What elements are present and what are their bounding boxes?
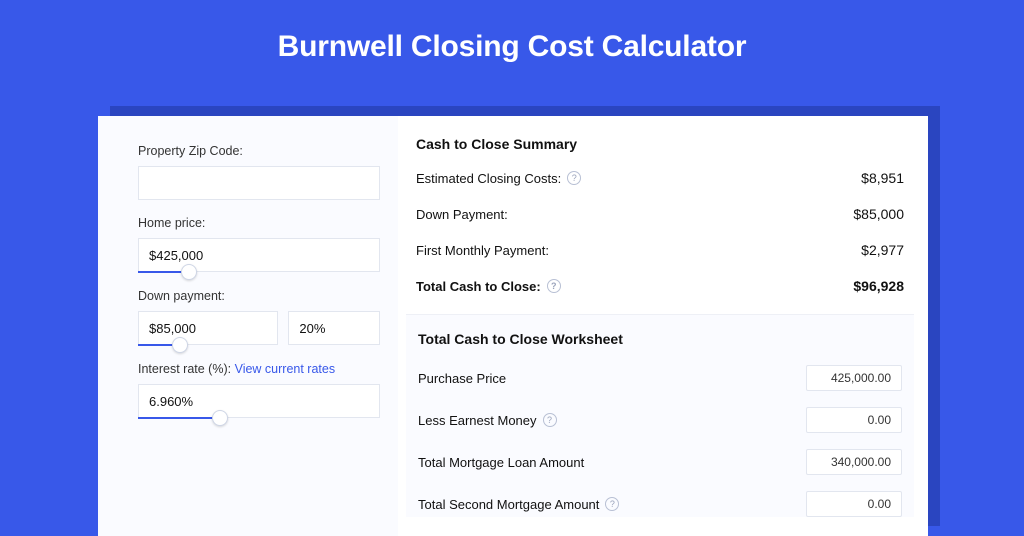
down-payment-field: Down payment: [138,289,380,346]
interest-rate-field: Interest rate (%): View current rates [138,362,380,419]
summary-row: Estimated Closing Costs: ? $8,951 [416,170,904,186]
worksheet-row-value[interactable]: 425,000.00 [806,365,902,391]
interest-rate-input[interactable] [138,384,380,418]
worksheet-row-label: Total Second Mortgage Amount [418,497,599,512]
zip-input[interactable] [138,166,380,200]
page-title: Burnwell Closing Cost Calculator [0,0,1024,88]
slider-thumb[interactable] [212,410,228,426]
help-icon[interactable]: ? [543,413,557,427]
summary-row-label: Estimated Closing Costs: [416,171,561,186]
summary-total-row: Total Cash to Close: ? $96,928 [416,278,904,294]
view-current-rates-link[interactable]: View current rates [235,362,336,376]
calculator-card: Property Zip Code: Home price: Down paym… [98,116,928,536]
down-payment-input[interactable] [138,311,278,345]
home-price-field: Home price: [138,216,380,273]
slider-thumb[interactable] [181,264,197,280]
down-payment-label: Down payment: [138,289,380,303]
worksheet-row: Total Second Mortgage Amount ? 0.00 [416,491,904,517]
home-price-slider[interactable] [138,271,380,273]
summary-row-label: Down Payment: [416,207,508,222]
worksheet-row-label: Less Earnest Money [418,413,537,428]
down-payment-slider[interactable] [138,344,288,346]
summary-row: Down Payment: $85,000 [416,206,904,222]
zip-label: Property Zip Code: [138,144,380,158]
worksheet-title: Total Cash to Close Worksheet [418,331,904,347]
summary-row: First Monthly Payment: $2,977 [416,242,904,258]
slider-track [138,417,220,419]
summary-row-value: $2,977 [861,242,904,258]
summary-row-value: $8,951 [861,170,904,186]
inputs-panel: Property Zip Code: Home price: Down paym… [98,116,398,536]
worksheet-panel: Total Cash to Close Worksheet Purchase P… [406,314,914,517]
interest-rate-slider[interactable] [138,417,380,419]
zip-field: Property Zip Code: [138,144,380,200]
summary-title: Cash to Close Summary [416,136,904,152]
home-price-label: Home price: [138,216,380,230]
worksheet-row: Purchase Price 425,000.00 [416,365,904,391]
help-icon[interactable]: ? [547,279,561,293]
home-price-input[interactable] [138,238,380,272]
interest-rate-label: Interest rate (%): [138,362,231,376]
worksheet-row-value[interactable]: 340,000.00 [806,449,902,475]
results-panel: Cash to Close Summary Estimated Closing … [398,116,928,536]
down-payment-pct-input[interactable] [288,311,380,345]
help-icon[interactable]: ? [605,497,619,511]
worksheet-row: Less Earnest Money ? 0.00 [416,407,904,433]
summary-total-value: $96,928 [853,278,904,294]
worksheet-row-label: Total Mortgage Loan Amount [418,455,584,470]
worksheet-row-value[interactable]: 0.00 [806,491,902,517]
summary-row-label: First Monthly Payment: [416,243,549,258]
worksheet-row: Total Mortgage Loan Amount 340,000.00 [416,449,904,475]
worksheet-row-label: Purchase Price [418,371,506,386]
summary-total-label: Total Cash to Close: [416,279,541,294]
worksheet-row-value[interactable]: 0.00 [806,407,902,433]
slider-thumb[interactable] [172,337,188,353]
summary-row-value: $85,000 [853,206,904,222]
help-icon[interactable]: ? [567,171,581,185]
